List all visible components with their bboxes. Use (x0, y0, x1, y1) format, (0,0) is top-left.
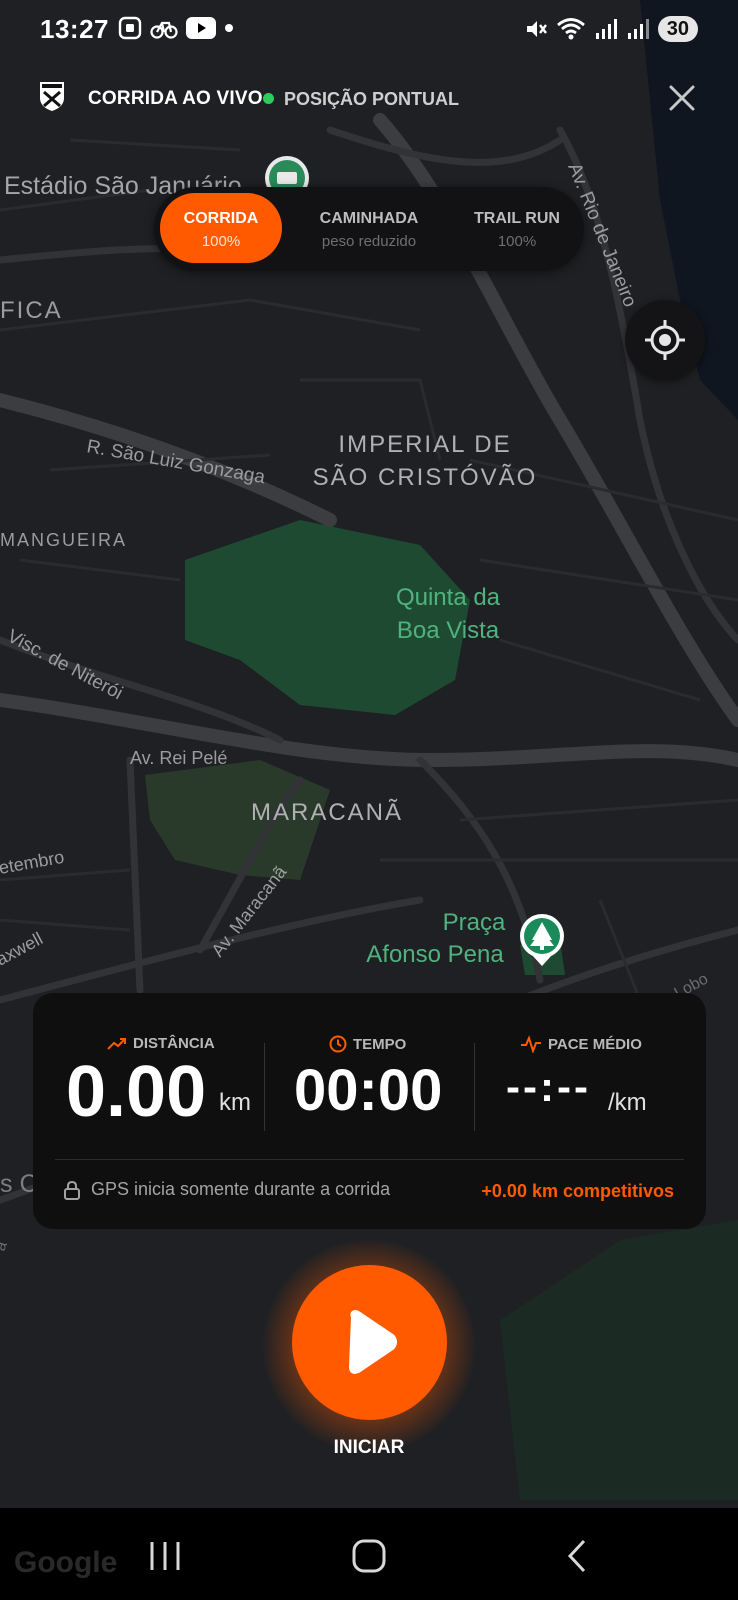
map-label: MANGUEIRA (0, 530, 127, 550)
recent-apps-icon[interactable] (140, 1536, 190, 1576)
clock-icon (329, 1035, 347, 1053)
signal-icon (595, 19, 617, 39)
distance-header: DISTÂNCIA (107, 1035, 215, 1052)
map-label: Praça (443, 909, 506, 936)
mode-trail-run-button[interactable]: TRAIL RUN 100% (456, 193, 578, 263)
screen-record-icon (118, 16, 142, 40)
time-label: TEMPO (353, 1035, 407, 1053)
divider (474, 1043, 475, 1131)
pace-header: PACE MÉDIO (520, 1035, 642, 1053)
mode-sub-label: 100% (201, 233, 241, 250)
map-label: IMPERIAL DE (338, 431, 511, 458)
home-icon[interactable] (344, 1536, 394, 1576)
time-value: 00:00 (294, 1058, 443, 1123)
mode-label: CAMINHADA (319, 210, 419, 227)
app-header: CORRIDA AO VIVO POSIÇÃO PONTUAL (0, 72, 738, 128)
mode-corrida-button[interactable]: CORRIDA 100% (160, 193, 282, 263)
pace-unit: /km (608, 1089, 647, 1116)
start-label: INICIAR (333, 1437, 405, 1458)
run-stats-panel: DISTÂNCIA 0.00 km TEMPO 00:00 PACE MÉDIO… (33, 993, 706, 1229)
page-title: CORRIDA AO VIVO (88, 88, 263, 109)
trend-up-icon (107, 1037, 126, 1050)
mode-sub-label: 100% (497, 233, 537, 250)
mute-icon (526, 21, 547, 37)
map-label: Afonso Pena (366, 941, 504, 968)
map-label: Boa Vista (397, 617, 500, 644)
distance-unit: km (219, 1089, 251, 1116)
divider (55, 1159, 684, 1160)
mode-label: CORRIDA (183, 210, 259, 227)
youtube-icon (186, 17, 216, 39)
activity-mode-selector: CORRIDA 100% CAMINHADA peso reduzido TRA… (154, 187, 584, 271)
competitive-km: +0.00 km competitivos (481, 1181, 674, 1201)
time-header: TEMPO (329, 1035, 406, 1053)
google-watermark: Google (14, 1546, 118, 1579)
map-label: Quinta da (396, 584, 501, 611)
mode-sub-label: peso reduzido (321, 233, 417, 250)
status-bar: 13:27 30 (0, 0, 738, 62)
status-time: 13:27 (40, 14, 109, 44)
battery-level: 30 (657, 16, 698, 42)
wifi-icon (556, 18, 585, 40)
pace-value: --:-- (506, 1063, 591, 1110)
play-icon (349, 1310, 397, 1374)
divider (264, 1043, 265, 1131)
position-mode-label: POSIÇÃO PONTUAL (284, 89, 460, 109)
club-crest-logo (40, 82, 64, 111)
mode-label: TRAIL RUN (474, 210, 560, 227)
map-label: FICA (0, 297, 63, 324)
my-location-button[interactable] (625, 300, 705, 380)
crosshair-icon (645, 320, 685, 360)
map-label: MARACANÃ (251, 799, 403, 826)
distance-value: 0.00 (66, 1052, 207, 1132)
mode-caminhada-button[interactable]: CAMINHADA peso reduzido (308, 193, 430, 263)
map-label: SÃO CRISTÓVÃO (313, 464, 538, 491)
gps-note: GPS inicia somente durante a corrida (63, 1179, 390, 1200)
map-label: Av. Rei Pelé (130, 748, 227, 768)
start-button[interactable] (292, 1265, 447, 1420)
signal-icon (627, 19, 649, 39)
live-indicator-dot (263, 93, 274, 104)
pulse-icon (521, 1035, 541, 1053)
back-icon[interactable] (552, 1536, 602, 1576)
bike-icon (150, 21, 178, 39)
close-icon[interactable] (664, 80, 700, 116)
dot-icon (225, 24, 233, 32)
pace-label: PACE MÉDIO (548, 1035, 642, 1053)
lock-icon (64, 1180, 80, 1200)
distance-label: DISTÂNCIA (133, 1035, 215, 1052)
gps-note-text: GPS inicia somente durante a corrida (91, 1179, 391, 1199)
